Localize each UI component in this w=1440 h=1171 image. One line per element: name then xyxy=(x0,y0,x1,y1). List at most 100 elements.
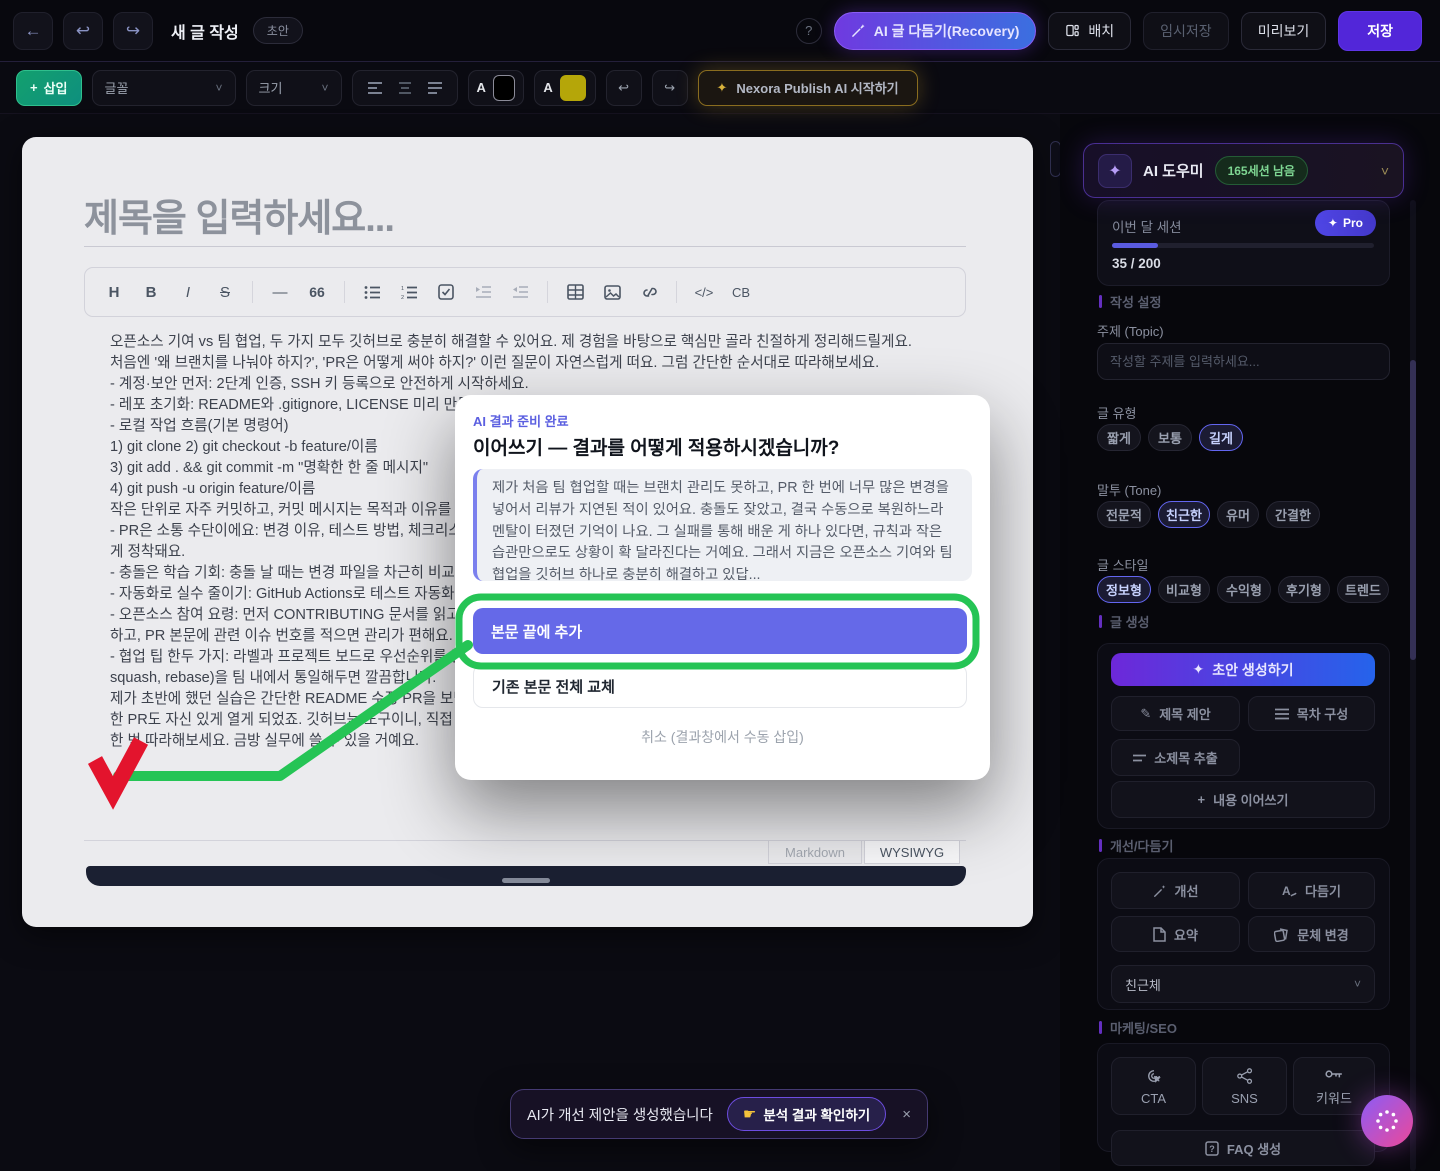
continue-writing-button[interactable]: + 내용 이어쓰기 xyxy=(1111,781,1375,818)
bold-button[interactable]: B xyxy=(136,276,166,308)
horizontal-rule-button[interactable]: — xyxy=(265,276,295,308)
back-icon: ← xyxy=(25,21,42,41)
font-family-select[interactable]: 글꼴 ˅ xyxy=(92,70,236,106)
refine-button[interactable]: A 다듬기 xyxy=(1248,872,1375,909)
collapse-chevron-icon[interactable]: ˅ xyxy=(1381,163,1389,179)
align-justify-icon[interactable] xyxy=(427,81,443,95)
ai-refine-recovery-button[interactable]: AI 글 다듬기(Recovery) xyxy=(834,12,1037,50)
back-button[interactable]: ← xyxy=(13,12,53,50)
save-button[interactable]: 저장 xyxy=(1338,11,1422,51)
ai-floating-action-button[interactable] xyxy=(1361,1095,1413,1147)
sidebar-scrollbar-thumb[interactable] xyxy=(1410,360,1416,660)
code-block-button[interactable]: CB xyxy=(726,276,756,308)
redo-button[interactable]: ↪ xyxy=(113,12,153,50)
style-option-review[interactable]: 후기형 xyxy=(1278,576,1330,603)
toast-close-icon[interactable]: × xyxy=(902,1106,911,1123)
bullet-list-button[interactable] xyxy=(357,276,387,308)
wysiwyg-label: WYSIWYG xyxy=(880,845,944,860)
temp-save-button[interactable]: 임시저장 xyxy=(1143,12,1229,50)
magic-wand-icon xyxy=(1153,884,1167,898)
tone-option-professional[interactable]: 전문적 xyxy=(1097,501,1151,528)
tone-style-select[interactable]: 친근체 ˅ xyxy=(1111,965,1375,1003)
style-label: 글 스타일 xyxy=(1097,555,1148,574)
cta-button[interactable]: CTA xyxy=(1111,1057,1196,1115)
editor-title-placeholder[interactable]: 제목을 입력하세요... xyxy=(84,187,394,242)
toolbar-redo-button[interactable]: ↪ xyxy=(652,70,688,106)
tab-wysiwyg[interactable]: WYSIWYG xyxy=(864,841,960,864)
modal-eyebrow: AI 결과 준비 완료 xyxy=(473,411,569,430)
button-label: CTA xyxy=(1141,1091,1166,1106)
align-center-icon[interactable] xyxy=(397,81,413,95)
ai-assistant-title: AI 도우미 xyxy=(1143,160,1204,181)
tone-option-friendly[interactable]: 친근한 xyxy=(1158,501,1210,528)
subheading-extract-button[interactable]: 소제목 추출 xyxy=(1111,739,1240,776)
editor-bottom-bar xyxy=(86,866,966,886)
style-option-informative[interactable]: 정보형 xyxy=(1097,576,1151,603)
checklist-button[interactable] xyxy=(431,276,461,308)
faq-generate-button[interactable]: ? FAQ 생성 xyxy=(1111,1130,1375,1166)
highlight-color-swatch xyxy=(560,75,586,101)
outdent-icon[interactable] xyxy=(505,276,535,308)
button-label: 키워드 xyxy=(1316,1088,1352,1107)
action-label: 분석 결과 확인하기 xyxy=(763,1104,870,1124)
key-icon xyxy=(1324,1066,1344,1082)
sns-button[interactable]: SNS xyxy=(1202,1057,1287,1115)
generate-draft-button[interactable]: ✦ 초안 생성하기 xyxy=(1111,653,1375,686)
view-analysis-button[interactable]: ☛ 분석 결과 확인하기 xyxy=(727,1097,886,1131)
ordered-list-button[interactable]: 12 xyxy=(394,276,424,308)
section-generate: 글 생성 xyxy=(1099,612,1150,631)
nexora-publish-ai-button[interactable]: ✦ Nexora Publish AI 시작하기 xyxy=(698,70,918,106)
length-option-short[interactable]: 짧게 xyxy=(1097,424,1141,451)
indent-icon[interactable] xyxy=(468,276,498,308)
improve-button[interactable]: 개선 xyxy=(1111,872,1240,909)
style-option-trend[interactable]: 트렌드 xyxy=(1337,576,1389,603)
toolbar-undo-button[interactable]: ↩ xyxy=(606,70,642,106)
resize-handle[interactable] xyxy=(502,878,550,883)
style-change-button[interactable]: 문체 변경 xyxy=(1248,916,1375,952)
table-button[interactable] xyxy=(560,276,590,308)
help-button[interactable]: ? xyxy=(796,18,822,44)
align-left-icon[interactable] xyxy=(367,81,383,95)
replace-body-button[interactable]: 기존 본문 전체 교체 xyxy=(473,664,967,708)
undo-button[interactable]: ↩ xyxy=(63,12,103,50)
pill-label: 유머 xyxy=(1226,505,1250,524)
ai-assistant-header[interactable]: ✦ AI 도우미 165세션 남음 ˅ xyxy=(1083,143,1404,198)
summary-button[interactable]: 요약 xyxy=(1111,916,1240,952)
blockquote-button[interactable]: 66 xyxy=(302,276,332,308)
sidebar-scrollbar[interactable] xyxy=(1410,200,1416,1171)
inline-code-button[interactable]: </> xyxy=(689,276,719,308)
font-size-select[interactable]: 크기 ˅ xyxy=(246,70,342,106)
preview-button[interactable]: 미리보기 xyxy=(1241,12,1327,50)
outline-button[interactable]: 목차 구성 xyxy=(1248,696,1375,731)
pill-label: 짧게 xyxy=(1107,428,1131,447)
layout-button[interactable]: 배치 xyxy=(1048,12,1131,50)
italic-button[interactable]: I xyxy=(173,276,203,308)
style-option-revenue[interactable]: 수익형 xyxy=(1217,576,1271,603)
style-option-comparison[interactable]: 비교형 xyxy=(1158,576,1210,603)
section-label: 작성 설정 xyxy=(1110,292,1161,311)
cancel-button[interactable]: 취소 (결과창에서 수동 삽입) xyxy=(455,727,990,747)
pro-upgrade-button[interactable]: ✦ Pro xyxy=(1315,210,1376,236)
svg-text:A: A xyxy=(1282,884,1291,898)
append-to-body-button[interactable]: 본문 끝에 추가 xyxy=(473,608,967,654)
length-option-long[interactable]: 길게 xyxy=(1199,424,1243,451)
topic-input[interactable] xyxy=(1097,343,1390,380)
length-option-normal[interactable]: 보통 xyxy=(1148,424,1192,451)
editor-line: - 계정·보안 먼저: 2단계 인증, SSH 키 등록으로 안전하게 시작하세… xyxy=(110,374,970,395)
insert-button[interactable]: + 삽입 xyxy=(16,70,82,106)
heading-button[interactable]: H xyxy=(99,276,129,308)
strikethrough-button[interactable]: S xyxy=(210,276,240,308)
link-button[interactable] xyxy=(634,276,664,308)
highlight-color-button[interactable]: A xyxy=(534,70,596,106)
preview-label: 미리보기 xyxy=(1258,21,1310,41)
image-button[interactable] xyxy=(597,276,627,308)
tab-markdown[interactable]: Markdown xyxy=(768,841,862,864)
button-label: SNS xyxy=(1231,1091,1258,1106)
chevron-down-icon: ˅ xyxy=(1354,977,1361,991)
tone-option-concise[interactable]: 간결한 xyxy=(1266,501,1320,528)
keyword-button[interactable]: 키워드 xyxy=(1293,1057,1375,1115)
title-suggest-button[interactable]: ✎ 제목 제안 xyxy=(1111,696,1240,731)
text-color-button[interactable]: A xyxy=(468,70,524,106)
tone-option-humor[interactable]: 유머 xyxy=(1217,501,1259,528)
chevron-down-icon: ˅ xyxy=(322,81,329,95)
